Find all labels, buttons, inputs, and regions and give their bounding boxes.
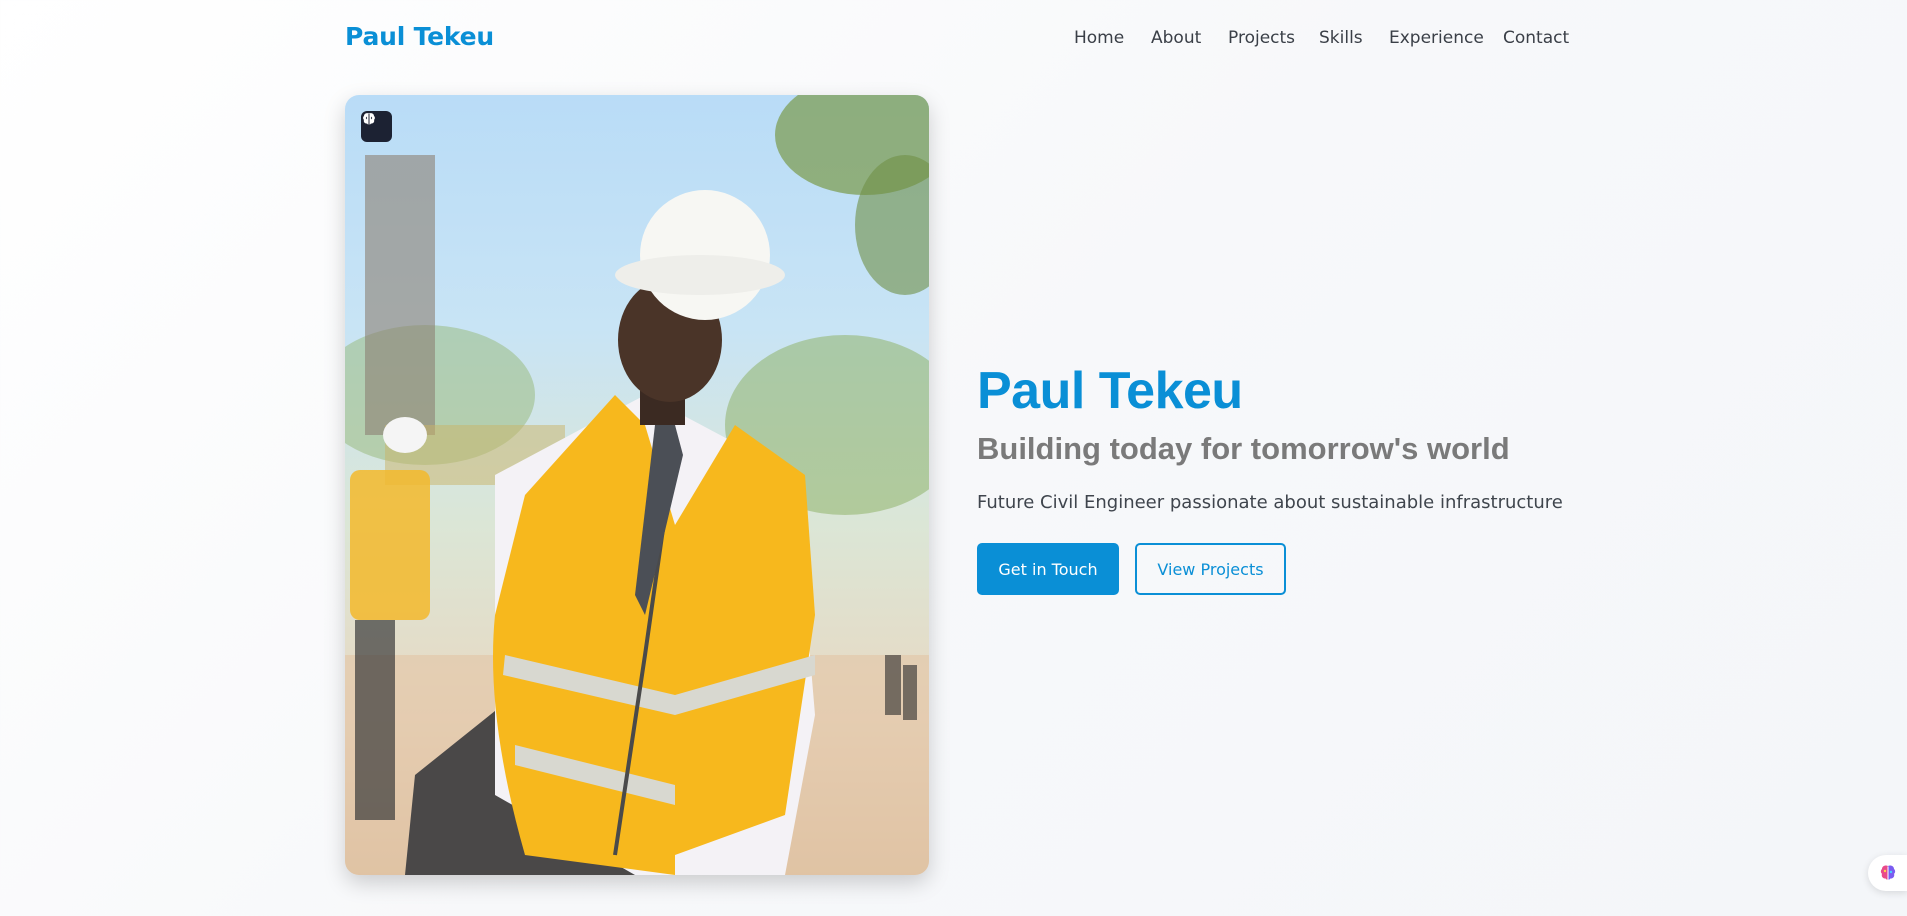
brain-icon [363, 113, 375, 125]
hero-name: Paul Tekeu [977, 362, 1243, 420]
brand-logo-link[interactable]: Paul Tekeu [345, 22, 494, 51]
nav-link-skills[interactable]: Skills [1319, 28, 1363, 48]
nav-link-projects[interactable]: Projects [1228, 28, 1295, 48]
nav-link-home[interactable]: Home [1074, 28, 1124, 48]
get-in-touch-button[interactable]: Get in Touch [977, 543, 1119, 595]
profile-photo-illustration [345, 95, 929, 875]
ai-badge[interactable] [361, 111, 392, 142]
brain-colorful-icon [1880, 865, 1896, 880]
nav-link-about[interactable]: About [1151, 28, 1201, 48]
hero-tagline: Building today for tomorrow's world [977, 431, 1510, 466]
nav-link-contact[interactable]: Contact [1503, 28, 1569, 48]
view-projects-button[interactable]: View Projects [1135, 543, 1286, 595]
hero-buttons: Get in Touch View Projects [977, 543, 1677, 595]
navbar: Paul Tekeu Home About Projects Skills Ex… [0, 0, 1907, 78]
floating-assistant-button[interactable] [1868, 855, 1907, 891]
hero-description: Future Civil Engineer passionate about s… [977, 492, 1563, 513]
nav-link-experience[interactable]: Experience [1389, 28, 1484, 48]
hero-section: Paul Tekeu Building today for tomorrow's… [977, 360, 1677, 595]
profile-photo [345, 95, 929, 875]
